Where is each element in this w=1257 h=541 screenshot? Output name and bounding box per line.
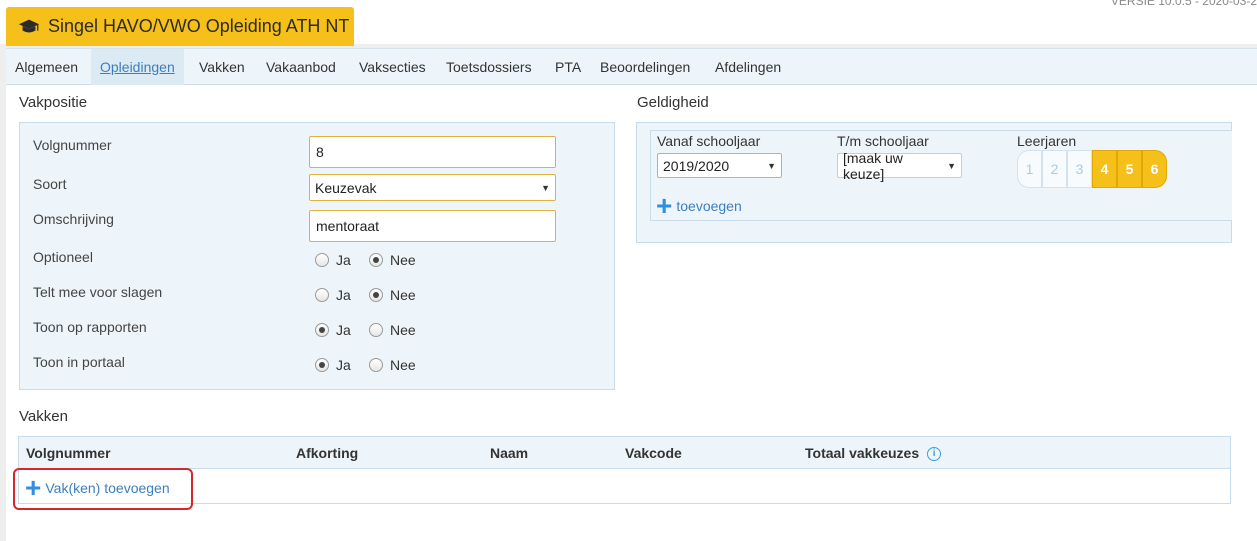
leerjaar-3-toggle[interactable]: 3 — [1067, 150, 1092, 188]
left-edge — [0, 48, 6, 541]
radio-circle — [369, 358, 383, 372]
geldigheid-add-link[interactable]: + toevoegen — [656, 190, 742, 221]
rapporten-label: Toon op rapporten — [33, 319, 147, 335]
radio-circle — [315, 358, 329, 372]
plus-icon: + — [656, 190, 673, 221]
vakken-table-body — [18, 469, 1231, 504]
radio-label: Ja — [336, 322, 351, 338]
leerjaar-6-toggle[interactable]: 6 — [1142, 150, 1167, 188]
vakpositie-title: Vakpositie — [19, 94, 88, 111]
rapporten-ja-radio[interactable]: Ja — [315, 322, 351, 338]
leerjaar-4-toggle[interactable]: 4 — [1092, 150, 1117, 188]
omschrijving-label: Omschrijving — [33, 211, 114, 227]
radio-circle — [315, 253, 329, 267]
radio-label: Ja — [336, 287, 351, 303]
tab-opleidingen[interactable]: Opleidingen — [91, 49, 184, 85]
tab-algemeen[interactable]: Algemeen — [6, 49, 87, 85]
info-icon[interactable]: i — [927, 447, 942, 462]
tm-value: [maak uw keuze] — [843, 149, 903, 182]
radio-label: Nee — [390, 252, 416, 268]
telt-label: Telt mee voor slagen — [33, 284, 163, 300]
optioneel-ja-radio[interactable]: Ja — [315, 252, 351, 268]
vakken-table-header: Volgnummer Afkorting Naam Vakcode Totaal… — [18, 436, 1231, 469]
leerjaren-toggle-group: 1 2 3 4 5 6 — [1017, 150, 1167, 188]
vakken-title: Vakken — [19, 408, 68, 425]
telt-ja-radio[interactable]: Ja — [315, 287, 351, 303]
tab-vaksecties[interactable]: Vaksecties — [350, 49, 435, 85]
column-header-vakcode: Vakcode — [625, 445, 682, 461]
vanaf-value: 2019/2020 — [663, 157, 730, 174]
column-header-totaal-label: Totaal vakkeuzes — [805, 445, 920, 461]
tab-afdelingen[interactable]: Afdelingen — [706, 49, 790, 85]
radio-circle — [315, 323, 329, 337]
column-header-totaal-vakkeuzes: Totaal vakkeuzes i — [805, 445, 942, 462]
highlight-box — [13, 468, 193, 510]
radio-label: Nee — [390, 357, 416, 373]
soort-value: Keuzevak — [315, 179, 377, 196]
optioneel-nee-radio[interactable]: Nee — [369, 252, 416, 268]
page-title: Singel HAVO/VWO Opleiding ATH NT — [48, 16, 350, 36]
column-header-naam: Naam — [490, 445, 529, 461]
tab-beoordelingen[interactable]: Beoordelingen — [591, 49, 699, 85]
tab-vakken[interactable]: Vakken — [190, 49, 254, 85]
tab-bar: Algemeen Opleidingen Vakken Vakaanbod Va… — [6, 48, 1257, 85]
chevron-down-icon: ▼ — [541, 182, 550, 193]
tm-select[interactable]: [maak uw keuze] ▼ — [837, 150, 962, 182]
portaal-ja-radio[interactable]: Ja — [315, 357, 351, 373]
leerjaren-label: Leerjaren — [1017, 133, 1077, 149]
geldigheid-title: Geldigheid — [637, 94, 709, 111]
version-text: VERSIE 10.0.5 - 2020-03-2 — [1110, 0, 1257, 8]
volgnummer-input[interactable]: 8 — [309, 136, 556, 168]
tab-vakaanbod[interactable]: Vakaanbod — [257, 49, 345, 85]
radio-label: Ja — [336, 252, 351, 268]
title-tab: Singel HAVO/VWO Opleiding ATH NT — [6, 7, 354, 46]
column-header-afkorting: Afkorting — [296, 445, 359, 461]
rapporten-nee-radio[interactable]: Nee — [369, 322, 416, 338]
radio-label: Ja — [336, 357, 351, 373]
geldigheid-add-label: toevoegen — [676, 198, 742, 214]
vanaf-label: Vanaf schooljaar — [657, 133, 761, 149]
chevron-down-icon: ▼ — [767, 160, 776, 171]
omschrijving-input[interactable]: mentoraat — [309, 210, 556, 242]
soort-select[interactable]: Keuzevak ▼ — [309, 174, 556, 201]
soort-label: Soort — [33, 176, 67, 192]
column-header-volgnummer: Volgnummer — [26, 445, 111, 461]
top-bar: Singel HAVO/VWO Opleiding ATH NT VERSIE … — [0, 0, 1257, 48]
radio-label: Nee — [390, 287, 416, 303]
radio-circle — [369, 323, 383, 337]
leerjaar-5-toggle[interactable]: 5 — [1117, 150, 1142, 188]
optioneel-label: Optioneel — [33, 249, 93, 265]
radio-circle — [369, 253, 383, 267]
radio-circle — [369, 288, 383, 302]
radio-circle — [315, 288, 329, 302]
portaal-nee-radio[interactable]: Nee — [369, 357, 416, 373]
portaal-label: Toon in portaal — [33, 354, 125, 370]
radio-label: Nee — [390, 322, 416, 338]
leerjaar-2-toggle[interactable]: 2 — [1042, 150, 1067, 188]
graduation-cap-icon — [18, 19, 40, 32]
volgnummer-label: Volgnummer — [33, 137, 112, 153]
tab-pta[interactable]: PTA — [546, 49, 590, 85]
chevron-down-icon: ▼ — [947, 160, 956, 171]
tab-toetsdossiers[interactable]: Toetsdossiers — [437, 49, 541, 85]
tm-label: T/m schooljaar — [837, 133, 929, 149]
leerjaar-1-toggle[interactable]: 1 — [1017, 150, 1042, 188]
vanaf-select[interactable]: 2019/2020 ▼ — [657, 153, 782, 178]
telt-nee-radio[interactable]: Nee — [369, 287, 416, 303]
